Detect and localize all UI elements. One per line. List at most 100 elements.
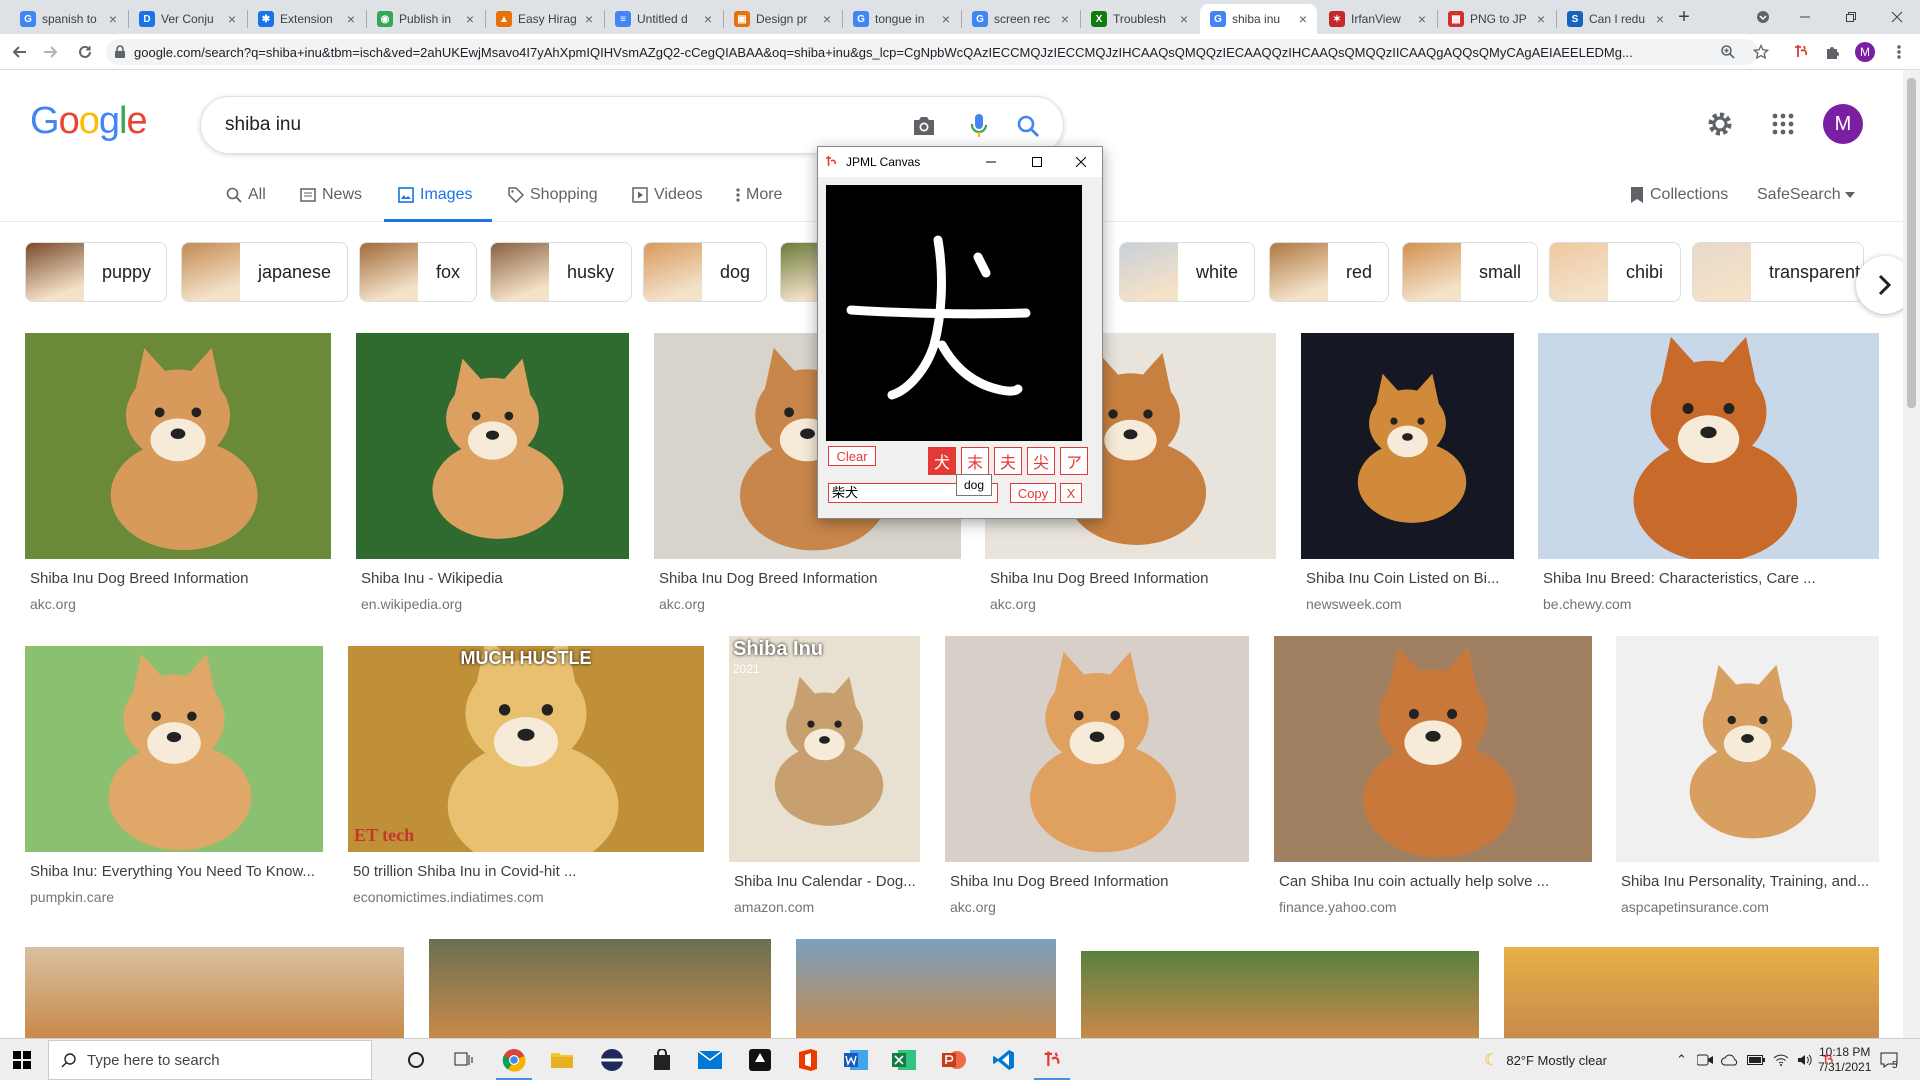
taskbar-powerpoint[interactable] (938, 1044, 970, 1076)
settings-button[interactable] (1702, 106, 1738, 142)
camera-search-button[interactable] (909, 111, 939, 141)
result-caption[interactable]: Shiba Inu Breed: Characteristics, Care .… (1543, 570, 1879, 587)
minimize-button[interactable] (1782, 0, 1828, 34)
image-result[interactable]: Shiba Inu Personality, Training, and... a… (1616, 636, 1879, 932)
taskbar-app[interactable] (596, 1044, 628, 1076)
close-tab-icon[interactable]: × (819, 11, 835, 27)
close-tab-icon[interactable]: × (1414, 11, 1430, 27)
related-search-chip[interactable]: white (1119, 242, 1255, 302)
related-search-chip[interactable]: dog (643, 242, 767, 302)
close-tab-icon[interactable]: × (1176, 11, 1192, 27)
kanji-candidate-button[interactable]: ア (1060, 447, 1088, 475)
browser-tab[interactable]: Gtongue in × (843, 4, 960, 34)
browser-tab[interactable]: Gshiba inu × (1200, 4, 1317, 34)
result-thumbnail[interactable] (25, 646, 323, 852)
apps-button[interactable] (1765, 106, 1801, 142)
tab-all[interactable]: All (226, 186, 266, 204)
clock[interactable]: 10:18 PM 7/31/2021 (1818, 1039, 1871, 1080)
browser-tab[interactable]: ✱ Extension × (248, 4, 365, 34)
result-caption[interactable]: Shiba Inu Calendar - Dog... (734, 873, 920, 890)
image-result[interactable]: Shiba Inu 2021 Shiba Inu Calendar - Dog...… (729, 636, 920, 932)
taskbar-app-2[interactable] (744, 1044, 776, 1076)
zoom-button[interactable] (1717, 41, 1739, 63)
result-caption[interactable]: 50 trillion Shiba Inu in Covid-hit ... (353, 863, 704, 880)
result-caption[interactable]: Shiba Inu Dog Breed Information (659, 570, 961, 587)
taskbar-office[interactable] (792, 1044, 824, 1076)
taskbar-word[interactable] (840, 1044, 872, 1076)
close-tab-icon[interactable]: × (700, 11, 716, 27)
related-search-chip[interactable]: transparent (1692, 242, 1864, 302)
taskbar-excel[interactable] (888, 1044, 920, 1076)
image-result[interactable]: Shiba Inu: Everything You Need To Know..… (25, 646, 323, 922)
browser-tab[interactable]: X Troublesh × (1081, 4, 1198, 34)
result-thumbnail[interactable]: MUCH HUSTLE ET tech (348, 646, 704, 852)
profile-button[interactable]: M (1854, 41, 1876, 63)
image-result[interactable]: Shiba Inu Coin Listed on Bi... newsweek.c… (1301, 333, 1514, 629)
voice-search-button[interactable] (964, 111, 994, 141)
result-caption[interactable]: Shiba Inu Dog Breed Information (30, 570, 331, 587)
close-tab-icon[interactable]: × (938, 11, 954, 27)
browser-tab[interactable]: ≡ Untitled d × (605, 4, 722, 34)
result-caption[interactable]: Shiba Inu Dog Breed Information (950, 873, 1249, 890)
kanji-candidate-button[interactable]: 末 (961, 447, 989, 475)
browser-tab[interactable]: ◉ Publish in × (367, 4, 484, 34)
taskbar-vscode[interactable] (988, 1044, 1020, 1076)
menu-button[interactable] (1888, 41, 1910, 63)
jpml-extension-button[interactable] (1790, 41, 1812, 63)
forward-button[interactable] (38, 40, 62, 64)
close-tab-icon[interactable]: × (1295, 11, 1311, 27)
close-tab-icon[interactable]: × (224, 11, 240, 27)
copy-button[interactable]: Copy (1010, 483, 1056, 503)
result-caption[interactable]: Shiba Inu: Everything You Need To Know..… (30, 863, 323, 880)
kanji-candidate-button[interactable]: 犬 (928, 447, 956, 475)
safesearch-dropdown[interactable]: SafeSearch (1757, 186, 1855, 204)
popup-close-button[interactable] (1058, 147, 1104, 177)
image-result[interactable]: Shiba Inu Dog Breed Information akc.org (25, 333, 331, 629)
search-submit-button[interactable] (1013, 111, 1043, 141)
image-result[interactable]: MUCH HUSTLE ET tech 50 trillion Shiba Inu … (348, 646, 704, 922)
result-thumbnail[interactable] (1538, 333, 1879, 559)
close-tab-icon[interactable]: × (343, 11, 359, 27)
close-tab-icon[interactable]: × (1533, 11, 1549, 27)
popup-maximize-button[interactable] (1014, 147, 1060, 177)
result-thumbnail[interactable]: Shiba Inu 2021 (729, 636, 920, 862)
taskbar-store[interactable] (646, 1044, 678, 1076)
related-search-chip[interactable]: fox (359, 242, 477, 302)
browser-tab[interactable]: ▣ Design pr × (724, 4, 841, 34)
tab-search-button[interactable] (1740, 0, 1786, 34)
taskbar-search[interactable]: Type here to search (48, 1040, 372, 1080)
taskbar-mail[interactable] (694, 1044, 726, 1076)
close-tab-icon[interactable]: × (105, 11, 121, 27)
result-caption[interactable]: Shiba Inu Dog Breed Information (990, 570, 1276, 587)
browser-tab[interactable]: ✶ IrfanView × (1319, 4, 1436, 34)
task-view-button[interactable] (448, 1044, 480, 1076)
result-thumbnail[interactable] (1301, 333, 1514, 559)
google-logo[interactable]: Google (30, 100, 148, 143)
close-tab-icon[interactable]: × (462, 11, 478, 27)
popup-minimize-button[interactable] (968, 147, 1014, 177)
kanji-candidate-button[interactable]: 夫 (994, 447, 1022, 475)
taskbar-jpml[interactable] (1036, 1044, 1068, 1076)
taskbar-file-explorer[interactable] (546, 1044, 578, 1076)
scrollbar-thumb[interactable] (1907, 78, 1916, 408)
action-center-button[interactable]: 5 (1880, 1039, 1898, 1080)
browser-tab[interactable]: D Ver Conju × (129, 4, 246, 34)
image-result-thumbnail-partial[interactable] (25, 947, 404, 1038)
image-result[interactable]: Shiba Inu Dog Breed Information akc.org (945, 636, 1249, 932)
reload-button[interactable] (73, 40, 97, 64)
related-search-chip[interactable]: husky (490, 242, 632, 302)
kanji-candidate-button[interactable]: 尖 (1027, 447, 1055, 475)
account-avatar[interactable]: M (1823, 104, 1863, 144)
cortana-button[interactable] (400, 1044, 432, 1076)
related-search-chip[interactable]: japanese (181, 242, 348, 302)
image-result-thumbnail-partial[interactable] (1081, 951, 1479, 1038)
tab-shopping[interactable]: Shopping (508, 186, 598, 204)
drawing-canvas[interactable] (826, 185, 1082, 441)
browser-tab[interactable]: Gspanish to × (10, 4, 127, 34)
result-thumbnail[interactable] (945, 636, 1249, 862)
close-tab-icon[interactable]: × (1057, 11, 1073, 27)
result-thumbnail[interactable] (25, 333, 331, 559)
result-thumbnail[interactable] (1616, 636, 1879, 862)
start-button[interactable] (6, 1044, 38, 1076)
result-caption[interactable]: Shiba Inu Personality, Training, and... (1621, 873, 1879, 890)
